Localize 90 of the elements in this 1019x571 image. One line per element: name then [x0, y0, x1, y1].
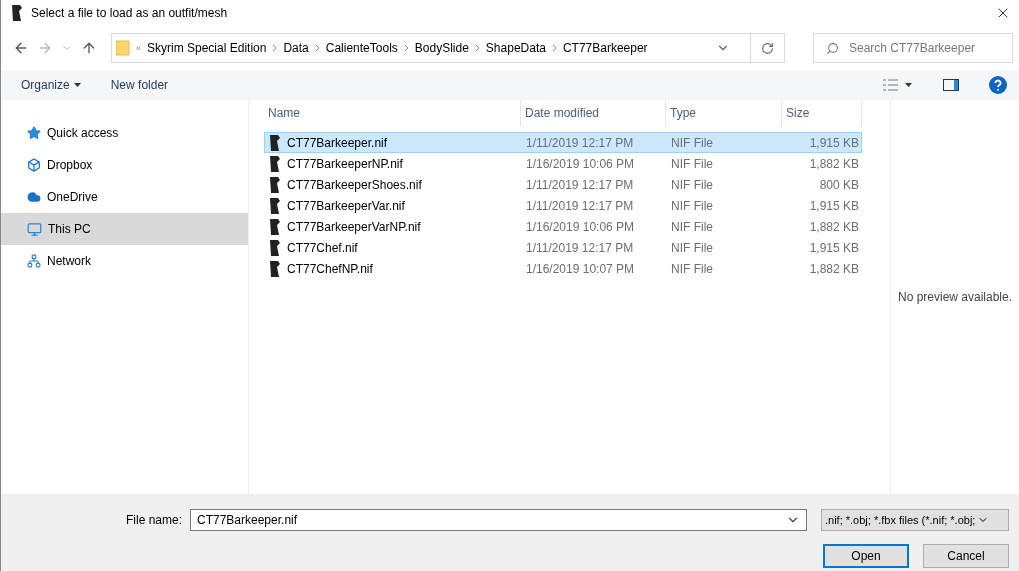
file-name-label: File name: [125, 512, 182, 527]
file-name: CT77BarkeeperNP.nif [287, 156, 403, 171]
organize-button[interactable]: Organize [21, 78, 81, 92]
type-cell-text: NIF File [670, 177, 714, 192]
file-type-dropdown[interactable]: .nif; *.obj; *.fbx files (*.nif; *.obj; [821, 508, 1009, 531]
breadcrumb-item[interactable]: CT77Barkeeper [562, 41, 648, 55]
cancel-button[interactable]: Cancel [923, 544, 1009, 569]
sidebar-item[interactable]: Quick access [1, 117, 248, 149]
help-icon[interactable] [989, 76, 1007, 94]
breadcrumb-item[interactable]: CalienteTools [325, 41, 398, 55]
address-bar[interactable]: « Skyrim Special Edition Data CalienteTools BodySlide ShapeData CT77Barkeeper [111, 33, 751, 63]
size-cell-text: 1,882 KB [808, 219, 860, 234]
chevron-icon [314, 44, 320, 52]
type-cell-text: NIF File [670, 219, 714, 234]
sidebar-item[interactable]: Network [1, 245, 248, 277]
breadcrumb-item[interactable]: Data [283, 41, 309, 55]
date-cell-text: 1/11/2019 12:17 PM [525, 198, 635, 213]
file-icon [269, 239, 281, 256]
type-cell-text: NIF File [670, 261, 714, 276]
size-cell-text: 1,882 KB [808, 261, 860, 276]
type-cell-text: NIF File [670, 156, 714, 171]
chevron-icon [551, 44, 557, 52]
file-icon [269, 176, 281, 193]
size-cell-text: 1,915 KB [808, 240, 860, 255]
size-cell-text: 1,915 KB [808, 198, 860, 213]
file-row[interactable]: CT77BarkeeperShoes.nif 1/11/2019 12:17 PM NIF File 800 KB [264, 174, 862, 195]
file-row[interactable]: CT77BarkeeperVar.nif 1/11/2019 12:17 PM NIF File 1,915 KB [264, 195, 862, 216]
box-icon [27, 158, 41, 172]
breadcrumb-item[interactable]: ShapeData [485, 41, 546, 55]
refresh-icon [761, 41, 774, 55]
sidebar-item[interactable]: Dropbox [1, 149, 248, 181]
file-icon [269, 134, 281, 151]
chevron-icon [403, 44, 409, 52]
preview-message: No preview available. [897, 290, 1013, 304]
column-header[interactable]: Size [782, 100, 862, 126]
caret-icon [73, 83, 81, 87]
chevron-icon [272, 44, 278, 52]
file-icon [269, 260, 281, 277]
file-name: CT77BarkeeperVar.nif [287, 198, 405, 213]
file-name: CT77Barkeeper.nif [287, 135, 388, 150]
date-cell-text: 1/16/2019 10:06 PM [525, 219, 636, 234]
chevron-icon [474, 44, 480, 52]
file-row[interactable]: CT77BarkeeperNP.nif 1/16/2019 10:06 PM NIF File 1,882 KB [264, 153, 862, 174]
sidebar-item[interactable]: This PC [1, 213, 248, 245]
file-name: CT77BarkeeperShoes.nif [287, 177, 422, 192]
new-folder-button[interactable]: New folder [110, 78, 169, 92]
sidebar-item[interactable]: OneDrive [1, 181, 248, 213]
size-cell-text: 800 KB [818, 177, 860, 192]
open-button[interactable]: Open [823, 544, 909, 569]
column-header[interactable]: Type [666, 100, 782, 126]
file-name: CT77BarkeeperVarNP.nif [287, 219, 421, 234]
network-icon [27, 254, 41, 268]
overflow-icon[interactable]: « [136, 43, 141, 53]
column-header[interactable]: Name [264, 100, 521, 126]
view-icon[interactable] [883, 79, 913, 91]
folder-icon [116, 40, 130, 56]
size-cell-text: 1,915 KB [808, 135, 860, 150]
file-icon [11, 5, 23, 21]
file-icon [269, 218, 281, 235]
date-cell-text: 1/11/2019 12:17 PM [525, 135, 635, 150]
file-icon [269, 197, 281, 214]
file-row[interactable]: CT77BarkeeperVarNP.nif 1/16/2019 10:06 PM NIF File 1,882 KB [264, 216, 862, 237]
breadcrumb-item[interactable]: Skyrim Special Edition [147, 41, 267, 55]
type-cell-text: NIF File [670, 240, 714, 255]
file-row[interactable]: CT77Chef.nif 1/11/2019 12:17 PM NIF File 1,915 KB [264, 237, 862, 258]
column-header[interactable]: Date modified [521, 100, 666, 126]
date-cell-text: 1/11/2019 12:17 PM [525, 240, 635, 255]
file-row[interactable]: CT77ChefNP.nif 1/16/2019 10:07 PM NIF File 1,882 KB [264, 258, 862, 279]
date-cell-text: 1/11/2019 12:17 PM [525, 177, 635, 192]
star-icon [27, 126, 41, 140]
back-icon[interactable] [13, 40, 29, 56]
monitor-icon [27, 221, 42, 237]
file-name: CT77Chef.nif [287, 240, 358, 255]
type-cell-text: NIF File [670, 198, 714, 213]
cloud-icon [27, 190, 41, 204]
file-row[interactable]: CT77Barkeeper.nif 1/11/2019 12:17 PM NIF File 1,915 KB [264, 132, 862, 153]
preview-pane-icon[interactable] [943, 79, 959, 91]
search-icon [826, 41, 839, 55]
file-name: CT77ChefNP.nif [287, 261, 373, 276]
window-title: Select a file to load as an outfit/mesh [31, 6, 229, 20]
breadcrumb-item[interactable]: BodySlide [414, 41, 469, 55]
file-icon [269, 155, 281, 172]
size-cell-text: 1,882 KB [808, 156, 860, 171]
up-icon[interactable] [81, 40, 97, 56]
date-cell-text: 1/16/2019 10:07 PM [525, 261, 636, 276]
file-name-field[interactable]: CT77Barkeeper.nif [190, 508, 807, 531]
refresh-button[interactable] [751, 33, 785, 63]
date-cell-text: 1/16/2019 10:06 PM [525, 156, 636, 171]
search-field[interactable]: Search CT77Barkeeper [813, 33, 1013, 63]
type-cell-text: NIF File [670, 135, 714, 150]
